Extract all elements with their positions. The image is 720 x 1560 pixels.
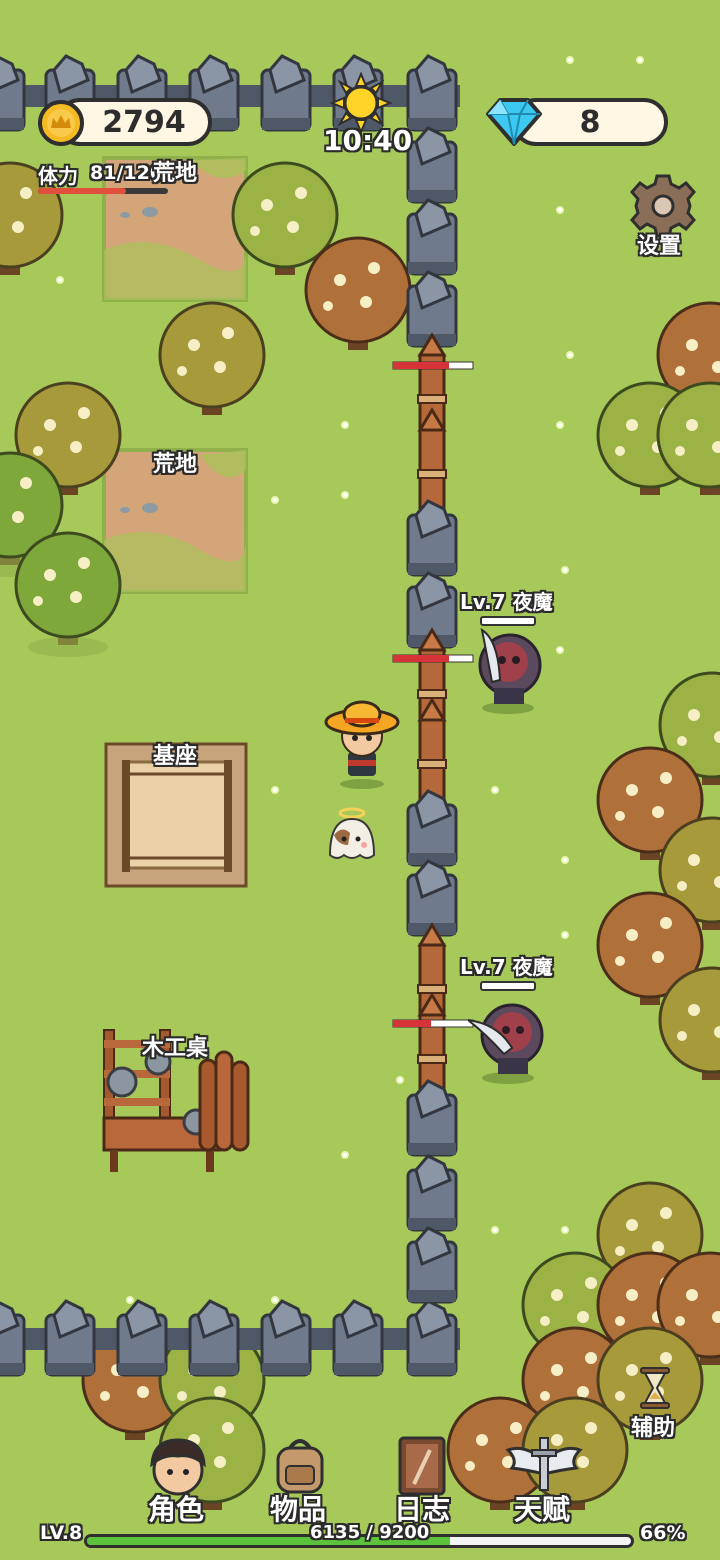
game-clock: 10:40	[323, 124, 413, 157]
nav-talent-label: 天赋	[514, 1493, 571, 1526]
enemy-label-2: Lv.7 夜魔	[460, 955, 553, 979]
xp-percent: 66%	[640, 1522, 686, 1544]
pet-ghost-companion[interactable]	[322, 805, 382, 865]
settings-label[interactable]: 设置	[637, 228, 681, 260]
workbench-label[interactable]: 木工桌	[142, 1030, 208, 1062]
stamina-bar-fill	[38, 188, 126, 194]
player-level: LV.8	[40, 1522, 83, 1544]
stamina-bar	[38, 188, 168, 194]
hourglass-icon[interactable]	[638, 1366, 672, 1410]
enemy-health-bar-2	[480, 981, 536, 991]
player-character[interactable]	[322, 700, 402, 790]
enemy-night-demon-2[interactable]	[468, 990, 548, 1085]
bottom-wall	[0, 1299, 460, 1377]
gem-icon	[486, 98, 542, 146]
enemy-night-demon-1[interactable]	[468, 620, 548, 715]
xp-value: 6135 / 9200	[310, 1522, 430, 1543]
pedestal-label[interactable]: 基座	[153, 738, 197, 770]
east-wall	[406, 54, 458, 1304]
assist-label[interactable]: 辅助	[631, 1410, 675, 1442]
enemy-health-bar-1	[480, 616, 536, 626]
nav-character-label: 角色	[148, 1493, 205, 1526]
gem-count: 8	[579, 104, 601, 140]
coin-count: 2794	[102, 104, 186, 140]
enemy-label-1: Lv.7 夜魔	[460, 590, 553, 614]
coin-icon	[38, 100, 84, 146]
wasteland-label-1[interactable]: 荒地	[153, 155, 197, 187]
stamina-label: 体力	[38, 164, 78, 188]
wasteland-label-2[interactable]: 荒地	[153, 446, 197, 478]
